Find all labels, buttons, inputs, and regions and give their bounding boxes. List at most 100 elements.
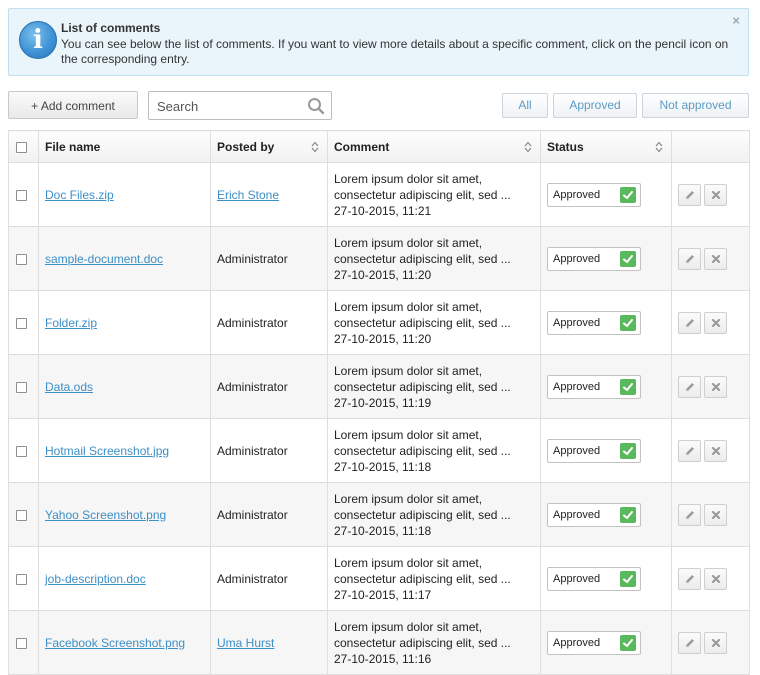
edit-button[interactable]	[678, 631, 701, 654]
status-select[interactable]: Approved	[547, 182, 641, 207]
status-select[interactable]: Approved	[547, 502, 641, 527]
comment-line: consectetur adipiscing elit, sed ...	[334, 443, 511, 458]
comment-date: 27-10-2015, 11:20	[334, 267, 432, 282]
comment-line: consectetur adipiscing elit, sed ...	[334, 507, 511, 522]
actions-cell	[671, 290, 750, 355]
row-select-cell	[8, 546, 39, 611]
file-name-cell: Doc Files.zip	[38, 162, 211, 227]
file-name-link[interactable]: Hotmail Screenshot.jpg	[40, 444, 169, 458]
file-name-link[interactable]: Doc Files.zip	[40, 188, 114, 202]
row-checkbox[interactable]	[16, 509, 27, 521]
add-comment-button[interactable]: + Add comment	[8, 91, 138, 119]
column-actions	[671, 130, 750, 163]
row-actions	[673, 311, 749, 334]
delete-button[interactable]	[704, 567, 728, 590]
row-checkbox[interactable]	[16, 189, 27, 201]
delete-button[interactable]	[704, 311, 728, 334]
comment-line: Lorem ipsum dolor sit amet,	[334, 555, 483, 570]
close-icon	[712, 574, 721, 583]
comment-text: Lorem ipsum dolor sit amet, consectetur …	[329, 555, 540, 603]
status-value: Approved	[553, 316, 601, 329]
delete-button[interactable]	[704, 631, 728, 654]
row-select-cell	[8, 162, 39, 227]
row-checkbox[interactable]	[16, 253, 27, 265]
status-select[interactable]: Approved	[547, 566, 641, 591]
comment-text: Lorem ipsum dolor sit amet, consectetur …	[329, 363, 540, 411]
table-row: Data.ods Administrator Lorem ipsum dolor…	[8, 354, 750, 419]
comment-cell: Lorem ipsum dolor sit amet, consectetur …	[327, 482, 541, 547]
sort-icon[interactable]	[655, 141, 663, 153]
delete-button[interactable]	[704, 183, 728, 206]
comment-text: Lorem ipsum dolor sit amet, consectetur …	[329, 427, 540, 475]
status-value: Approved	[553, 188, 601, 201]
comment-text: Lorem ipsum dolor sit amet, consectetur …	[329, 299, 540, 347]
close-icon[interactable]: ×	[732, 13, 740, 28]
filter-approved-button[interactable]: Approved	[553, 93, 637, 118]
delete-button[interactable]	[704, 375, 728, 398]
edit-button[interactable]	[678, 503, 701, 526]
column-comment[interactable]: Comment	[327, 130, 541, 163]
edit-button[interactable]	[678, 375, 701, 398]
delete-button[interactable]	[704, 503, 728, 526]
file-name-link[interactable]: Folder.zip	[40, 316, 97, 330]
sort-icon[interactable]	[311, 141, 319, 153]
status-select[interactable]: Approved	[547, 246, 641, 271]
file-name-link[interactable]: Yahoo Screenshot.png	[40, 508, 166, 522]
actions-cell	[671, 354, 750, 419]
status-cell: Approved	[540, 418, 672, 483]
status-select[interactable]: Approved	[547, 310, 641, 335]
delete-button[interactable]	[704, 247, 728, 270]
status-cell: Approved	[540, 354, 672, 419]
row-select-cell	[8, 226, 39, 291]
comment-date: 27-10-2015, 11:16	[334, 651, 432, 666]
check-icon	[620, 442, 636, 459]
pencil-icon	[686, 190, 694, 199]
comment-line: Lorem ipsum dolor sit amet,	[334, 235, 483, 250]
select-all-cell	[8, 130, 39, 163]
column-file-name[interactable]: File name	[38, 130, 211, 163]
filter-not-approved-button[interactable]: Not approved	[642, 93, 749, 118]
posted-by[interactable]: Uma Hurst	[212, 636, 274, 650]
file-name-cell: Yahoo Screenshot.png	[38, 482, 211, 547]
status-value: Approved	[553, 636, 601, 649]
pencil-icon	[686, 382, 694, 391]
edit-button[interactable]	[678, 311, 701, 334]
file-name-link[interactable]: Data.ods	[40, 380, 93, 394]
comment-cell: Lorem ipsum dolor sit amet, consectetur …	[327, 418, 541, 483]
posted-by-cell: Uma Hurst	[210, 610, 328, 675]
edit-button[interactable]	[678, 567, 701, 590]
edit-button[interactable]	[678, 247, 701, 270]
row-checkbox[interactable]	[16, 573, 27, 585]
search-input[interactable]	[155, 97, 305, 115]
file-name-link[interactable]: job-description.doc	[40, 572, 146, 586]
status-select[interactable]: Approved	[547, 374, 641, 399]
table-row: sample-document.doc Administrator Lorem …	[8, 226, 750, 291]
sort-icon[interactable]	[524, 141, 532, 153]
posted-by: Administrator	[217, 315, 288, 330]
row-select-cell	[8, 290, 39, 355]
row-checkbox[interactable]	[16, 445, 27, 457]
edit-button[interactable]	[678, 183, 701, 206]
search-icon[interactable]	[307, 97, 325, 115]
status-value: Approved	[553, 572, 601, 585]
posted-by-cell: Administrator	[210, 546, 328, 611]
row-checkbox[interactable]	[16, 381, 27, 393]
edit-button[interactable]	[678, 439, 701, 462]
posted-by[interactable]: Erich Stone	[212, 188, 279, 202]
comment-line: consectetur adipiscing elit, sed ...	[334, 571, 511, 586]
delete-button[interactable]	[704, 439, 728, 462]
table-row: Yahoo Screenshot.png Administrator Lorem…	[8, 482, 750, 547]
row-select-cell	[8, 418, 39, 483]
row-checkbox[interactable]	[16, 637, 27, 649]
column-posted-by[interactable]: Posted by	[210, 130, 328, 163]
row-checkbox[interactable]	[16, 317, 27, 329]
file-name-link[interactable]: Facebook Screenshot.png	[40, 636, 185, 650]
file-name-link[interactable]: sample-document.doc	[40, 252, 163, 266]
select-all-checkbox[interactable]	[16, 141, 27, 153]
column-status[interactable]: Status	[540, 130, 672, 163]
filter-all-button[interactable]: All	[502, 93, 548, 118]
status-select[interactable]: Approved	[547, 630, 641, 655]
row-actions	[673, 247, 749, 270]
status-select[interactable]: Approved	[547, 438, 641, 463]
check-icon	[620, 506, 636, 523]
